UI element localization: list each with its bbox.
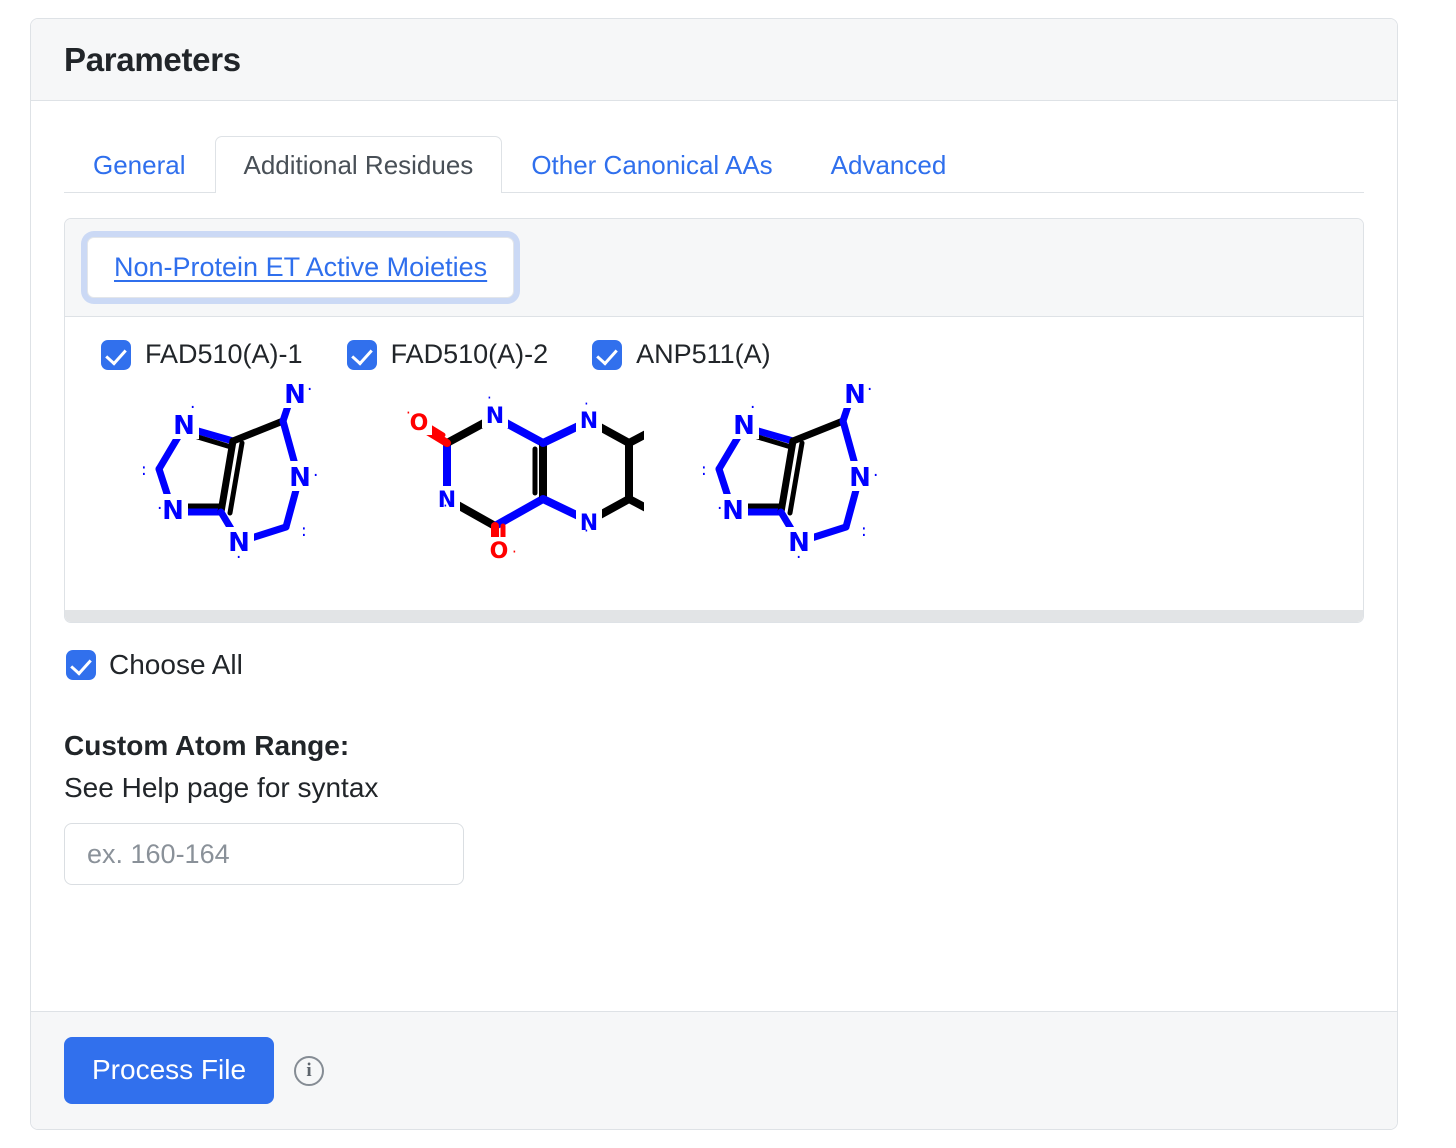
accordion-body: FAD510(A)-1 FAD510(A)-2 ANP511(A) N N N … <box>65 317 1363 622</box>
svg-text:·: · <box>406 404 411 422</box>
svg-text:·: · <box>717 499 722 519</box>
moiety-label-fad510a1: FAD510(A)-1 <box>145 339 303 369</box>
non-protein-et-active-moieties-link[interactable]: Non-Protein ET Active Moieties <box>87 237 515 298</box>
moiety-checkbox-fad510a1[interactable]: FAD510(A)-1 <box>101 339 303 370</box>
moiety-label-anp511a: ANP511(A) <box>636 339 771 369</box>
moiety-checkbox-anp511a[interactable]: ANP511(A) <box>592 339 771 370</box>
svg-text:N: N <box>162 496 184 526</box>
moiety-checkbox-row: FAD510(A)-1 FAD510(A)-2 ANP511(A) <box>65 339 1363 370</box>
moiety-label-fad510a2: FAD510(A)-2 <box>390 339 549 369</box>
horizontal-scrollbar[interactable] <box>65 610 1363 622</box>
choose-all-label: Choose All <box>109 649 243 680</box>
svg-text:N: N <box>284 380 306 410</box>
moiety-structure-row: N N N N N · · · · ·:: N N N N O O · · … <box>65 376 1363 576</box>
svg-text:·: · <box>750 398 755 418</box>
svg-text:N: N <box>485 404 503 429</box>
isoalloxazine-structure-icon: N N N N O O · · · · · · <box>405 391 644 561</box>
info-icon[interactable]: i <box>294 1055 325 1086</box>
card-footer: Process File i <box>31 1011 1397 1129</box>
svg-text:·: · <box>584 395 589 413</box>
process-file-button[interactable]: Process File <box>64 1037 275 1104</box>
checkbox-anp511a[interactable] <box>592 339 623 370</box>
choose-all-row[interactable]: Choose All <box>66 649 1364 681</box>
svg-text:·: · <box>873 466 878 486</box>
svg-text:·: · <box>157 499 162 519</box>
svg-text:·: · <box>313 466 318 486</box>
svg-text:N: N <box>849 463 871 493</box>
tab-advanced[interactable]: Advanced <box>802 136 976 193</box>
svg-text:·: · <box>190 398 195 418</box>
svg-text::: : <box>301 521 307 541</box>
svg-text:N: N <box>722 496 744 526</box>
svg-text:·: · <box>236 548 241 568</box>
parameters-card: Parameters General Additional Residues O… <box>30 18 1398 1130</box>
svg-text:O: O <box>409 411 428 436</box>
svg-text:N: N <box>579 409 597 434</box>
svg-text::: : <box>861 521 867 541</box>
structure-fad510a1: N N N N N · · · · ·:: <box>101 376 381 576</box>
checkbox-fad510a2[interactable] <box>346 339 377 370</box>
svg-text:N: N <box>844 380 866 410</box>
custom-atom-range-title: Custom Atom Range: <box>64 730 350 761</box>
card-header: Parameters <box>31 19 1397 101</box>
svg-text:·: · <box>512 543 517 561</box>
tab-bar: General Additional Residues Other Canoni… <box>64 129 1364 193</box>
svg-text:N: N <box>579 511 597 536</box>
purine-structure-icon: N N N N N · · · · ·:: <box>701 379 878 568</box>
svg-text:·: · <box>487 391 492 407</box>
checkbox-fad510a1[interactable] <box>101 339 131 370</box>
svg-text:O: O <box>489 539 508 561</box>
svg-text::: : <box>701 460 707 480</box>
structure-anp511a: N N N N N · · · · ·:: <box>661 376 941 576</box>
moieties-accordion: Non-Protein ET Active Moieties FAD510(A)… <box>64 218 1364 623</box>
tab-additional-residues[interactable]: Additional Residues <box>214 136 503 193</box>
moiety-checkbox-fad510a2[interactable]: FAD510(A)-2 <box>346 339 549 370</box>
custom-atom-range-input[interactable] <box>64 823 464 885</box>
svg-text:·: · <box>796 548 801 568</box>
svg-text:·: · <box>443 497 448 515</box>
svg-text:·: · <box>867 380 872 400</box>
page-title: Parameters <box>64 40 241 78</box>
svg-text:N: N <box>289 463 311 493</box>
custom-atom-range-subtitle: See Help page for syntax <box>64 772 379 803</box>
svg-text:·: · <box>584 522 589 540</box>
card-body: General Additional Residues Other Canoni… <box>31 101 1397 1011</box>
tab-general[interactable]: General <box>64 136 215 193</box>
purine-structure-icon: N N N N N · · · · ·:: <box>141 379 318 568</box>
structure-fad510a2: N N N N O O · · · · · · <box>381 376 661 576</box>
svg-text:·: · <box>307 380 312 400</box>
tab-other-canonical-aas[interactable]: Other Canonical AAs <box>502 136 801 193</box>
svg-text::: : <box>141 460 147 480</box>
accordion-header: Non-Protein ET Active Moieties <box>65 219 1363 317</box>
checkbox-choose-all[interactable] <box>66 650 96 680</box>
